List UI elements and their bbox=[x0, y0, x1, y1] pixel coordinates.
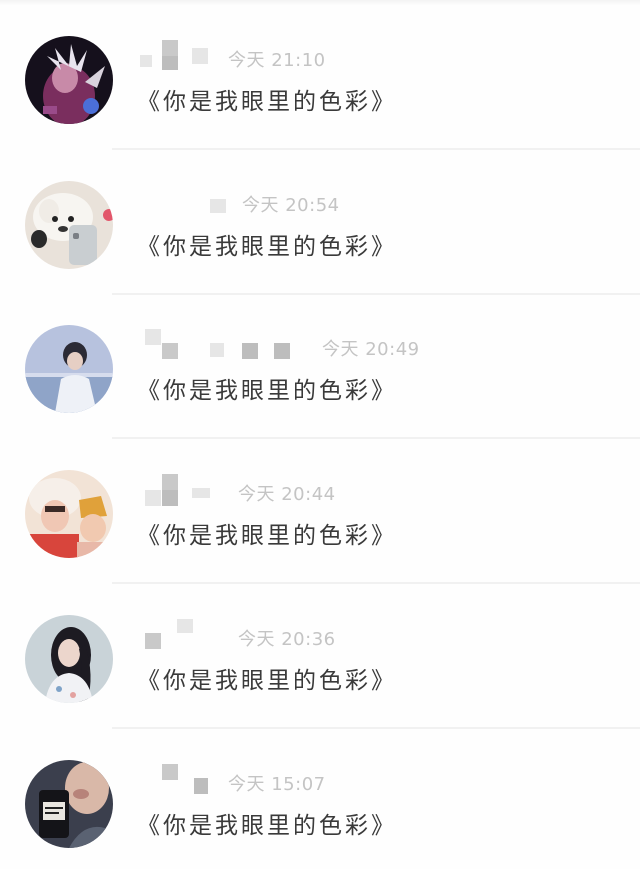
avatar[interactable] bbox=[25, 181, 113, 269]
avatar-man-holding-bottle-icon bbox=[25, 760, 113, 848]
list-item[interactable]: 今天 20:49 《你是我眼里的色彩》 bbox=[0, 294, 640, 439]
list-item[interactable]: 今天 20:44 《你是我眼里的色彩》 bbox=[0, 439, 640, 584]
message-text: 《你是我眼里的色彩》 bbox=[137, 89, 397, 115]
avatar-white-puppy-with-phone-icon bbox=[25, 181, 113, 269]
message-time: 今天 15:07 bbox=[228, 774, 326, 795]
list-item[interactable]: 今天 20:36 《你是我眼里的色彩》 bbox=[0, 584, 640, 729]
message-text: 《你是我眼里的色彩》 bbox=[137, 668, 397, 694]
message-time: 今天 20:54 bbox=[242, 195, 340, 216]
message-time: 今天 20:44 bbox=[238, 484, 336, 505]
avatar-boy-by-the-sea-icon bbox=[25, 325, 113, 413]
avatar[interactable] bbox=[25, 760, 113, 848]
message-text: 《你是我眼里的色彩》 bbox=[137, 813, 397, 839]
list-item[interactable]: 今天 15:07 《你是我眼里的色彩》 bbox=[0, 729, 640, 869]
message-time: 今天 20:36 bbox=[238, 629, 336, 650]
message-time: 今天 20:49 bbox=[322, 339, 420, 360]
list-item[interactable]: 今天 20:54 《你是我眼里的色彩》 bbox=[0, 150, 640, 295]
avatar[interactable] bbox=[25, 470, 113, 558]
avatar[interactable] bbox=[25, 36, 113, 124]
avatar[interactable] bbox=[25, 615, 113, 703]
avatar-girl-long-hair-icon bbox=[25, 615, 113, 703]
message-text: 《你是我眼里的色彩》 bbox=[137, 523, 397, 549]
message-text: 《你是我眼里的色彩》 bbox=[137, 234, 397, 260]
avatar-fantasy-character-icon bbox=[25, 36, 113, 124]
list-item[interactable]: 今天 21:10 《你是我眼里的色彩》 bbox=[0, 5, 640, 150]
message-text: 《你是我眼里的色彩》 bbox=[137, 378, 397, 404]
message-time: 今天 21:10 bbox=[228, 50, 326, 71]
avatar-two-kids-in-hats-icon bbox=[25, 470, 113, 558]
avatar[interactable] bbox=[25, 325, 113, 413]
comment-list-page: 今天 21:10 《你是我眼里的色彩》 今天 20:54 《你是我眼里的色彩》 bbox=[0, 0, 640, 869]
